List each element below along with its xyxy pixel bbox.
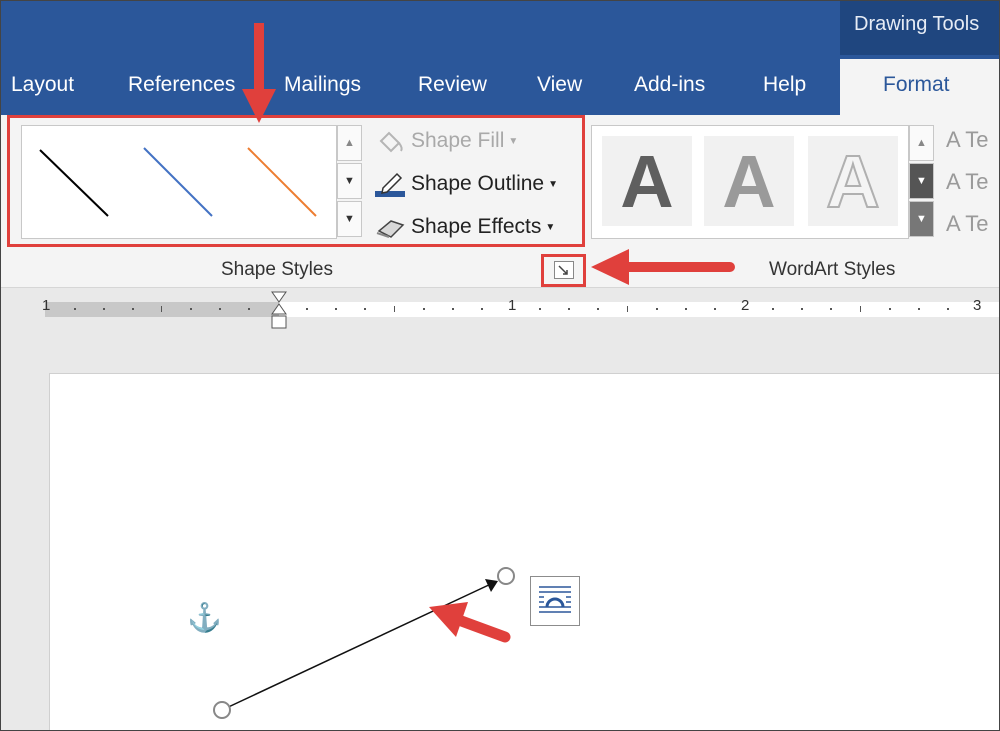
callout-arrow-shape xyxy=(429,602,511,643)
word-window: Drawing Tools Layout References Mailings… xyxy=(0,0,1000,731)
resize-handle-start[interactable] xyxy=(213,701,231,719)
shape-styles-highlight xyxy=(7,115,585,247)
callout-arrow-left xyxy=(591,249,735,285)
callout-arrow-down xyxy=(242,23,276,123)
annotation-overlay xyxy=(213,23,735,719)
arrow-shape[interactable] xyxy=(213,567,515,719)
resize-handle-end[interactable] xyxy=(497,567,515,585)
launcher-highlight xyxy=(541,254,586,287)
